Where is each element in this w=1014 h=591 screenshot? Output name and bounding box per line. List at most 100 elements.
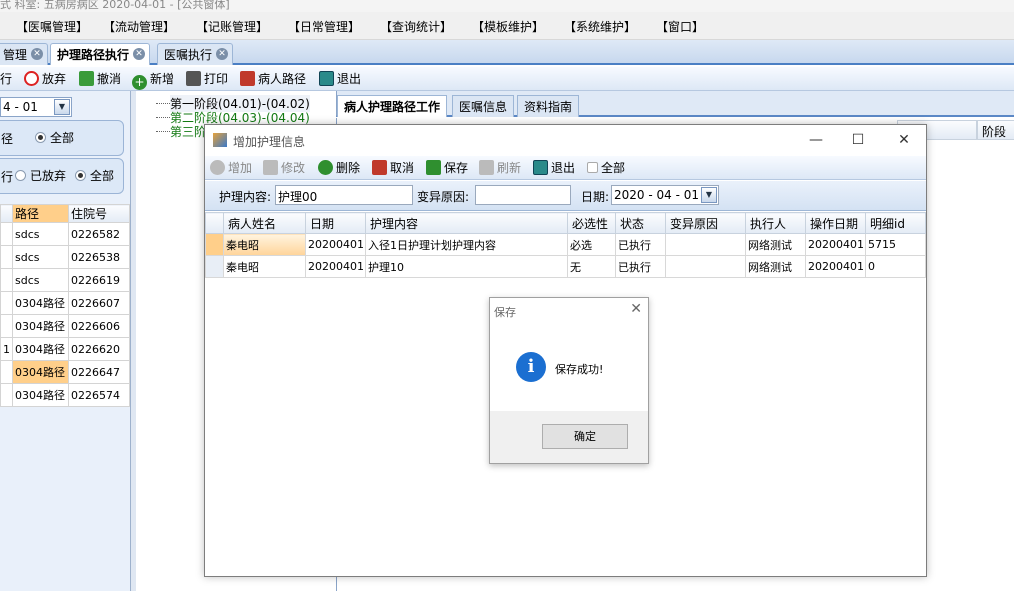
reason-label: 变异原因:	[417, 190, 470, 204]
exit-button[interactable]: 退出	[319, 70, 361, 88]
users-icon	[240, 71, 255, 86]
info-icon: i	[516, 352, 546, 382]
chevron-down-icon[interactable]: ▼	[701, 187, 717, 203]
cell-reason	[665, 233, 746, 256]
minimize-icon[interactable]: —	[801, 129, 831, 151]
all-status-option[interactable]: 全部	[75, 167, 114, 184]
col-required[interactable]: 必选性	[567, 212, 616, 234]
tab-management[interactable]: 管理 ✕	[0, 43, 49, 65]
add-record-label: 增加	[228, 161, 253, 175]
dialog-titlebar[interactable]: 增加护理信息 — ☐ ✕	[205, 125, 926, 156]
table-row[interactable]: sdcs 0226538	[0, 245, 130, 269]
row-path: 0304路径	[12, 360, 69, 384]
col-patient-name[interactable]: 病人姓名	[223, 212, 306, 234]
row-header[interactable]	[205, 233, 224, 256]
cell-content: 护理10	[365, 255, 568, 278]
edit-button[interactable]: 修改	[263, 159, 305, 177]
menu-flow[interactable]: 【流动管理】	[103, 18, 175, 35]
abandoned-label: 已放弃	[30, 169, 67, 183]
tab-order-execution[interactable]: 医嘱执行 ✕	[157, 43, 234, 65]
path-option[interactable]: 径	[1, 130, 13, 147]
table-row-selected[interactable]: 秦电昭 20200401 入径1日护理计划护理内容 必选 已执行 网络测试 20…	[205, 233, 926, 256]
add-button[interactable]: + 新增	[132, 70, 174, 90]
exit-icon	[533, 160, 548, 175]
printer-icon	[186, 71, 201, 86]
col-content[interactable]: 护理内容	[365, 212, 568, 234]
undo-button[interactable]: 撤消	[79, 70, 121, 88]
row-id: 0226607	[68, 291, 130, 315]
tree-connector	[156, 103, 170, 104]
all-option[interactable]: 全部	[35, 129, 74, 146]
close-icon[interactable]: ✕	[630, 301, 642, 317]
window-title: 式 科室: 五病房病区 2020-04-01 - [公共窗体]	[0, 0, 1014, 12]
col-status[interactable]: 状态	[615, 212, 666, 234]
cell-status: 已执行	[615, 255, 666, 278]
menu-daily[interactable]: 【日常管理】	[288, 18, 360, 35]
table-row[interactable]: 0304路径 0226606	[0, 314, 130, 338]
tab-guide[interactable]: 资料指南	[517, 95, 580, 117]
table-row[interactable]: 1 0304路径 0226620	[0, 337, 130, 361]
reason-input[interactable]	[475, 185, 571, 205]
col-detail-id[interactable]: 明细id	[865, 212, 926, 234]
all-label: 全部	[50, 131, 75, 145]
row-path: 0304路径	[12, 291, 69, 315]
print-button[interactable]: 打印	[186, 70, 228, 88]
cell-detail-id: 0	[865, 255, 926, 278]
col-admission-no[interactable]: 住院号	[68, 204, 130, 223]
col-op-date[interactable]: 操作日期	[805, 212, 866, 234]
executed-option[interactable]: 行	[1, 168, 13, 185]
tree-item-stage-3[interactable]: 第三阶	[170, 123, 206, 140]
save-button[interactable]: 保存	[426, 159, 468, 177]
col-executor[interactable]: 执行人	[745, 212, 806, 234]
row-mark	[0, 245, 13, 269]
menu-window[interactable]: 【窗口】	[656, 18, 704, 35]
ok-button[interactable]: 确定	[542, 424, 628, 449]
close-icon[interactable]: ✕	[133, 48, 146, 60]
table-row[interactable]: 0304路径 0226607	[0, 291, 130, 315]
abandon-button[interactable]: 放弃	[24, 70, 66, 88]
table-row[interactable]: sdcs 0226582	[0, 222, 130, 246]
patient-path-button[interactable]: 病人路径	[240, 70, 306, 88]
cell-required: 无	[567, 255, 616, 278]
row-path: 0304路径	[12, 383, 69, 407]
dialog-title: 增加护理信息	[233, 135, 306, 149]
col-reason[interactable]: 变异原因	[665, 212, 746, 234]
date-picker[interactable]: 4 - 01 ▼	[0, 97, 72, 117]
close-icon[interactable]: ✕	[889, 129, 919, 151]
content-input[interactable]: 护理00	[275, 185, 413, 205]
execute-button[interactable]: 执行	[0, 70, 12, 88]
table-row[interactable]: 0304路径 0226574	[0, 383, 130, 407]
close-icon[interactable]: ✕	[216, 48, 229, 60]
menu-query[interactable]: 【查询统计】	[380, 18, 452, 35]
table-row[interactable]: sdcs 0226619	[0, 268, 130, 292]
main-tab-strip: 管理 ✕ 护理路径执行 ✕ 医嘱执行 ✕	[0, 40, 1014, 65]
dialog-exit-button[interactable]: 退出	[533, 159, 575, 177]
cancel-button[interactable]: 取消	[372, 159, 414, 177]
menu-accounting[interactable]: 【记账管理】	[196, 18, 268, 35]
menu-template[interactable]: 【模板维护】	[472, 18, 544, 35]
select-all-checkbox[interactable]: 全部	[587, 159, 625, 177]
delete-button[interactable]: 删除	[318, 159, 360, 177]
refresh-button[interactable]: 刷新	[479, 159, 521, 177]
table-row[interactable]: 秦电昭 20200401 护理10 无 已执行 网络测试 20200401 0	[205, 255, 926, 278]
row-header[interactable]	[205, 255, 224, 278]
chevron-down-icon[interactable]: ▼	[54, 99, 70, 115]
col-date[interactable]: 日期	[305, 212, 366, 234]
add-record-button[interactable]: 增加	[210, 159, 252, 177]
abandoned-option[interactable]: 已放弃	[15, 167, 66, 184]
col-stage[interactable]: 阶段	[977, 120, 1014, 140]
date-input[interactable]: 2020 - 04 - 01 ▼	[611, 185, 719, 205]
close-icon[interactable]: ✕	[31, 48, 44, 60]
table-row-selected[interactable]: 0304路径 0226647	[0, 360, 130, 384]
row-id: 0226619	[68, 268, 130, 292]
menu-system[interactable]: 【系统维护】	[564, 18, 636, 35]
cell-executor: 网络测试	[745, 233, 806, 256]
tab-order-info[interactable]: 医嘱信息	[452, 95, 515, 117]
cell-content: 入径1日护理计划护理内容	[365, 233, 568, 256]
col-path[interactable]: 路径	[12, 204, 69, 223]
maximize-icon[interactable]: ☐	[843, 129, 873, 151]
date-value: 4 - 01	[3, 100, 38, 114]
menu-orders[interactable]: 【医嘱管理】	[16, 18, 88, 35]
tab-patient-path-work[interactable]: 病人护理路径工作	[337, 95, 448, 117]
tab-nursing-path-execution[interactable]: 护理路径执行 ✕	[50, 43, 151, 65]
